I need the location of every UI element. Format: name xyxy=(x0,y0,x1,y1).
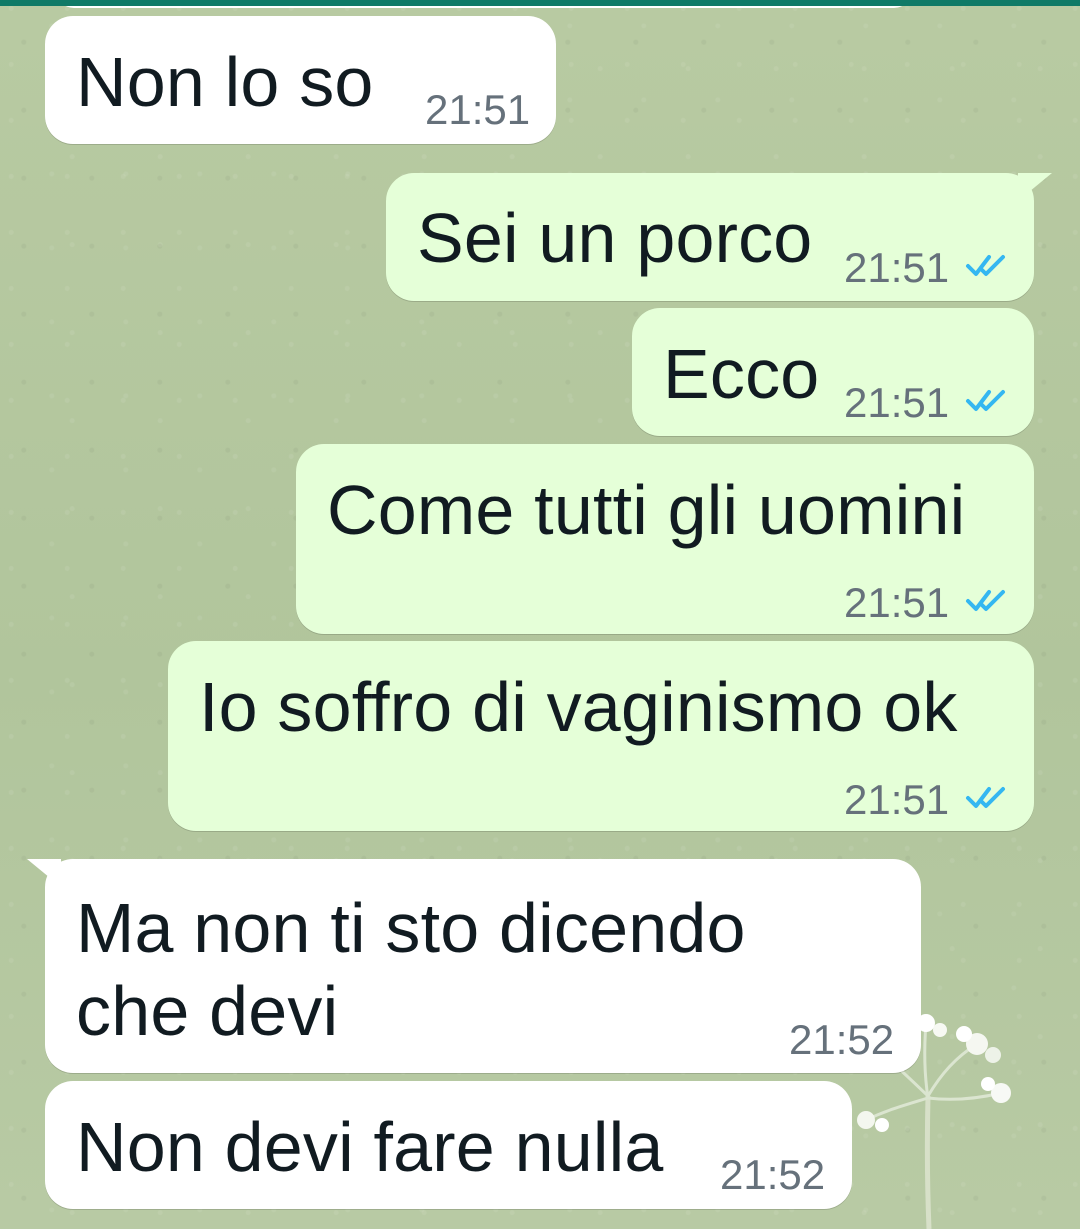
double-check-icon xyxy=(966,590,1005,611)
message-text-4: Come tutti gli uomini xyxy=(327,471,966,549)
message-bubble-3[interactable]: Ecco 21:51 xyxy=(632,308,1034,436)
message-time-3: 21:51 xyxy=(844,379,950,426)
message-bubble-4[interactable]: Come tutti gli uomini 21:51 xyxy=(296,444,1034,634)
message-text-2: Sei un porco xyxy=(417,199,813,277)
message-bubble-6[interactable]: Ma non ti sto dicendo che devi 21:52 xyxy=(27,859,921,1073)
top-app-bar-edge xyxy=(0,0,1080,6)
double-check-icon xyxy=(966,255,1005,276)
message-text-5: Io soffro di vaginismo ok xyxy=(199,668,958,746)
message-bubble-5[interactable]: Io soffro di vaginismo ok 21:51 xyxy=(168,641,1034,831)
message-text-1: Non lo so xyxy=(76,43,374,121)
message-bubble-1[interactable]: Non lo so 21:51 xyxy=(45,16,556,144)
message-bubble-2[interactable]: Sei un porco 21:51 xyxy=(386,173,1052,301)
double-check-icon xyxy=(966,787,1005,808)
message-bubble-7[interactable]: Non devi fare nulla 21:52 xyxy=(45,1081,852,1209)
message-text-6: Ma non ti sto dicendo che devi xyxy=(76,889,746,1050)
message-time-1: 21:51 xyxy=(425,86,531,133)
message-time-2: 21:51 xyxy=(844,244,950,291)
incoming-bubble-tail xyxy=(27,859,61,887)
message-time-5: 21:51 xyxy=(844,776,950,823)
message-time-4: 21:51 xyxy=(844,579,950,626)
message-time-6: 21:52 xyxy=(789,1016,895,1063)
message-time-7: 21:52 xyxy=(720,1151,826,1198)
outgoing-bubble-tail xyxy=(1018,173,1052,201)
message-text-3: Ecco xyxy=(663,335,820,413)
double-check-icon xyxy=(966,390,1005,411)
message-text-7: Non devi fare nulla xyxy=(76,1108,664,1186)
